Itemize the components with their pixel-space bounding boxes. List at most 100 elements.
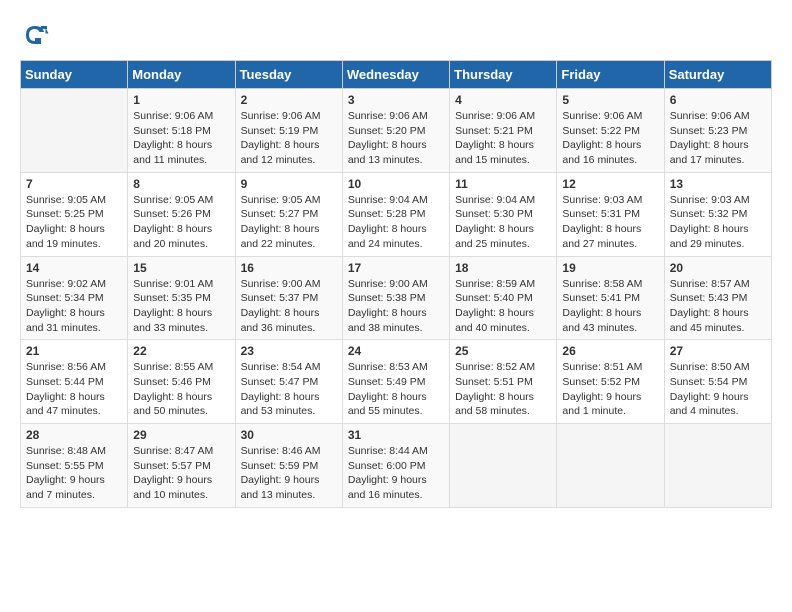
day-detail: Sunrise: 9:04 AMSunset: 5:28 PMDaylight:…: [348, 193, 444, 252]
day-number: 19: [562, 261, 658, 275]
page-header: [20, 20, 772, 50]
day-detail: Sunrise: 9:04 AMSunset: 5:30 PMDaylight:…: [455, 193, 551, 252]
header-cell-tuesday: Tuesday: [235, 61, 342, 89]
header-cell-saturday: Saturday: [664, 61, 771, 89]
week-row-1: 7Sunrise: 9:05 AMSunset: 5:25 PMDaylight…: [21, 172, 772, 256]
week-row-0: 1 Sunrise: 9:06 AMSunset: 5:18 PMDaylight…: [21, 89, 772, 173]
day-number: 26: [562, 344, 658, 358]
day-number: 6: [670, 93, 766, 107]
calendar-cell: 28Sunrise: 8:48 AMSunset: 5:55 PMDayligh…: [21, 424, 128, 508]
day-number: 13: [670, 177, 766, 191]
calendar-cell: [557, 424, 664, 508]
logo: [20, 20, 54, 50]
calendar-cell: 9 Sunrise: 9:05 AMSunset: 5:27 PMDaylight…: [235, 172, 342, 256]
day-detail: Sunrise: 8:44 AMSunset: 6:00 PMDaylight:…: [348, 444, 444, 503]
day-detail: Sunrise: 8:54 AMSunset: 5:47 PMDaylight:…: [241, 360, 337, 419]
day-number: 14: [26, 261, 122, 275]
day-detail: Sunrise: 9:01 AMSunset: 5:35 PMDaylight:…: [133, 277, 229, 336]
day-detail: Sunrise: 8:50 AMSunset: 5:54 PMDaylight:…: [670, 360, 766, 419]
calendar-cell: 31 Sunrise: 8:44 AMSunset: 6:00 PMDayligh…: [342, 424, 449, 508]
day-detail: Sunrise: 9:03 AMSunset: 5:31 PMDaylight:…: [562, 193, 658, 252]
calendar-cell: 7Sunrise: 9:05 AMSunset: 5:25 PMDaylight…: [21, 172, 128, 256]
day-number: 23: [241, 344, 337, 358]
calendar-cell: 26 Sunrise: 8:51 AMSunset: 5:52 PMDayligh…: [557, 340, 664, 424]
day-detail: Sunrise: 9:06 AMSunset: 5:20 PMDaylight:…: [348, 109, 444, 168]
day-detail: Sunrise: 8:55 AMSunset: 5:46 PMDaylight:…: [133, 360, 229, 419]
day-detail: Sunrise: 8:47 AMSunset: 5:57 PMDaylight:…: [133, 444, 229, 503]
calendar-cell: [21, 89, 128, 173]
day-number: 3: [348, 93, 444, 107]
day-detail: Sunrise: 8:58 AMSunset: 5:41 PMDaylight:…: [562, 277, 658, 336]
day-detail: Sunrise: 9:06 AMSunset: 5:19 PMDaylight:…: [241, 109, 337, 168]
day-number: 21: [26, 344, 122, 358]
calendar-cell: 21 Sunrise: 8:56 AMSunset: 5:44 PMDayligh…: [21, 340, 128, 424]
calendar-cell: 19 Sunrise: 8:58 AMSunset: 5:41 PMDayligh…: [557, 256, 664, 340]
calendar-cell: 16 Sunrise: 9:00 AMSunset: 5:37 PMDayligh…: [235, 256, 342, 340]
day-number: 9: [241, 177, 337, 191]
calendar-cell: 6 Sunrise: 9:06 AMSunset: 5:23 PMDaylight…: [664, 89, 771, 173]
calendar-cell: 30 Sunrise: 8:46 AMSunset: 5:59 PMDayligh…: [235, 424, 342, 508]
day-detail: Sunrise: 9:06 AMSunset: 5:21 PMDaylight:…: [455, 109, 551, 168]
logo-icon: [20, 20, 50, 50]
week-row-2: 14 Sunrise: 9:02 AMSunset: 5:34 PMDayligh…: [21, 256, 772, 340]
calendar-cell: 13 Sunrise: 9:03 AMSunset: 5:32 PMDayligh…: [664, 172, 771, 256]
calendar-cell: 1 Sunrise: 9:06 AMSunset: 5:18 PMDaylight…: [128, 89, 235, 173]
day-number: 2: [241, 93, 337, 107]
day-detail: Sunrise: 9:05 AMSunset: 5:25 PMDaylight:…: [26, 193, 122, 252]
calendar-cell: 12 Sunrise: 9:03 AMSunset: 5:31 PMDayligh…: [557, 172, 664, 256]
calendar-cell: 27Sunrise: 8:50 AMSunset: 5:54 PMDayligh…: [664, 340, 771, 424]
day-number: 12: [562, 177, 658, 191]
day-number: 30: [241, 428, 337, 442]
day-number: 10: [348, 177, 444, 191]
calendar-header: SundayMondayTuesdayWednesdayThursdayFrid…: [21, 61, 772, 89]
day-number: 20: [670, 261, 766, 275]
day-number: 17: [348, 261, 444, 275]
day-number: 25: [455, 344, 551, 358]
day-detail: Sunrise: 9:06 AMSunset: 5:18 PMDaylight:…: [133, 109, 229, 168]
day-number: 28: [26, 428, 122, 442]
day-number: 31: [348, 428, 444, 442]
day-number: 15: [133, 261, 229, 275]
calendar-cell: 2 Sunrise: 9:06 AMSunset: 5:19 PMDaylight…: [235, 89, 342, 173]
calendar-cell: 25 Sunrise: 8:52 AMSunset: 5:51 PMDayligh…: [450, 340, 557, 424]
day-detail: Sunrise: 9:02 AMSunset: 5:34 PMDaylight:…: [26, 277, 122, 336]
calendar-cell: 22 Sunrise: 8:55 AMSunset: 5:46 PMDayligh…: [128, 340, 235, 424]
calendar-cell: 8Sunrise: 9:05 AMSunset: 5:26 PMDaylight…: [128, 172, 235, 256]
day-detail: Sunrise: 8:51 AMSunset: 5:52 PMDaylight:…: [562, 360, 658, 419]
calendar-cell: 14 Sunrise: 9:02 AMSunset: 5:34 PMDayligh…: [21, 256, 128, 340]
day-number: 29: [133, 428, 229, 442]
calendar-cell: 24Sunrise: 8:53 AMSunset: 5:49 PMDayligh…: [342, 340, 449, 424]
calendar-cell: 11 Sunrise: 9:04 AMSunset: 5:30 PMDayligh…: [450, 172, 557, 256]
day-detail: Sunrise: 9:06 AMSunset: 5:23 PMDaylight:…: [670, 109, 766, 168]
day-number: 18: [455, 261, 551, 275]
day-number: 1: [133, 93, 229, 107]
calendar-cell: 10 Sunrise: 9:04 AMSunset: 5:28 PMDayligh…: [342, 172, 449, 256]
calendar-cell: [664, 424, 771, 508]
day-detail: Sunrise: 9:00 AMSunset: 5:37 PMDaylight:…: [241, 277, 337, 336]
day-detail: Sunrise: 8:57 AMSunset: 5:43 PMDaylight:…: [670, 277, 766, 336]
day-number: 11: [455, 177, 551, 191]
header-cell-friday: Friday: [557, 61, 664, 89]
day-number: 16: [241, 261, 337, 275]
calendar-cell: 15 Sunrise: 9:01 AMSunset: 5:35 PMDayligh…: [128, 256, 235, 340]
header-cell-thursday: Thursday: [450, 61, 557, 89]
calendar-cell: 23 Sunrise: 8:54 AMSunset: 5:47 PMDayligh…: [235, 340, 342, 424]
calendar-cell: 17Sunrise: 9:00 AMSunset: 5:38 PMDayligh…: [342, 256, 449, 340]
day-detail: Sunrise: 8:56 AMSunset: 5:44 PMDaylight:…: [26, 360, 122, 419]
week-row-4: 28Sunrise: 8:48 AMSunset: 5:55 PMDayligh…: [21, 424, 772, 508]
calendar-table: SundayMondayTuesdayWednesdayThursdayFrid…: [20, 60, 772, 508]
calendar-cell: 5 Sunrise: 9:06 AMSunset: 5:22 PMDaylight…: [557, 89, 664, 173]
header-cell-monday: Monday: [128, 61, 235, 89]
day-detail: Sunrise: 8:46 AMSunset: 5:59 PMDaylight:…: [241, 444, 337, 503]
day-detail: Sunrise: 9:06 AMSunset: 5:22 PMDaylight:…: [562, 109, 658, 168]
day-number: 4: [455, 93, 551, 107]
day-detail: Sunrise: 9:05 AMSunset: 5:27 PMDaylight:…: [241, 193, 337, 252]
header-row: SundayMondayTuesdayWednesdayThursdayFrid…: [21, 61, 772, 89]
day-number: 5: [562, 93, 658, 107]
day-number: 22: [133, 344, 229, 358]
calendar-body: 1 Sunrise: 9:06 AMSunset: 5:18 PMDaylight…: [21, 89, 772, 508]
day-detail: Sunrise: 9:05 AMSunset: 5:26 PMDaylight:…: [133, 193, 229, 252]
calendar-cell: 4 Sunrise: 9:06 AMSunset: 5:21 PMDaylight…: [450, 89, 557, 173]
day-detail: Sunrise: 9:03 AMSunset: 5:32 PMDaylight:…: [670, 193, 766, 252]
day-detail: Sunrise: 8:52 AMSunset: 5:51 PMDaylight:…: [455, 360, 551, 419]
